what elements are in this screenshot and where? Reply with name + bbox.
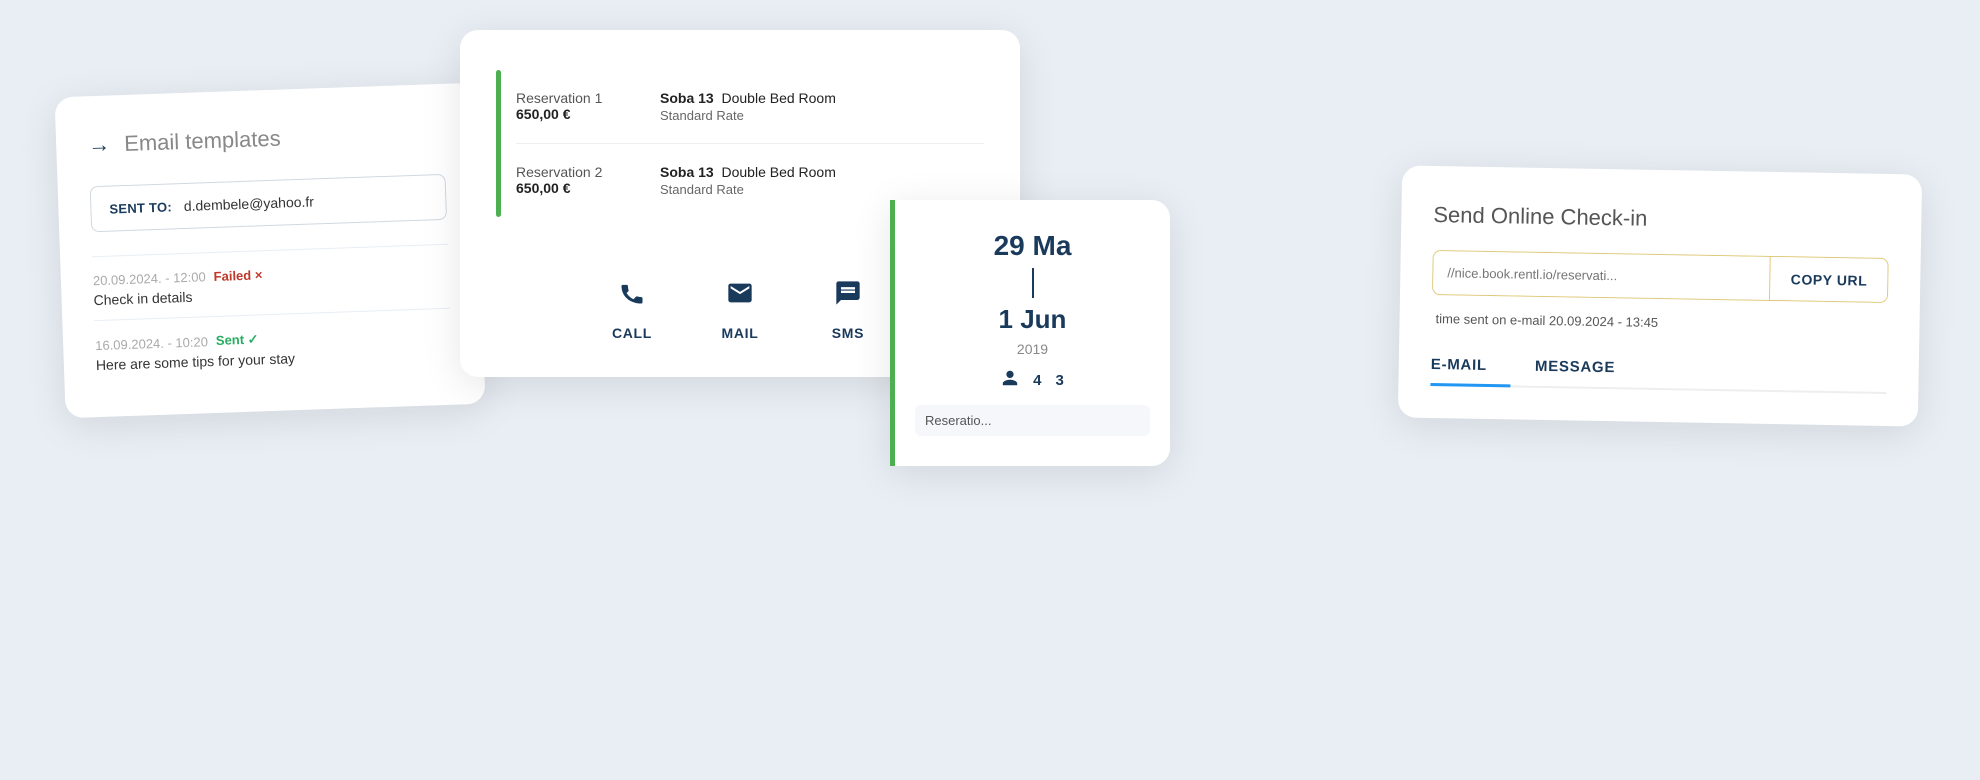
- sent-to-box: SENT TO: d.dembele@yahoo.fr: [90, 174, 447, 232]
- res-label-1: Reservation 1: [516, 90, 636, 106]
- date-end: 1 Jun: [915, 304, 1150, 335]
- mail-label: MAIL: [721, 325, 758, 341]
- date-block: 29 Ma 1 Jun 2019: [915, 230, 1150, 357]
- tab-email[interactable]: E-MAIL: [1430, 346, 1511, 387]
- mail-button[interactable]: MAIL: [716, 269, 764, 341]
- green-accent-bar: [496, 70, 501, 217]
- email-templates-title: Email templates: [124, 126, 281, 157]
- persons-info: 4 3: [915, 369, 1150, 391]
- tabs-row: E-MAIL MESSAGE: [1430, 346, 1887, 394]
- copy-url-button[interactable]: COPY URL: [1769, 257, 1887, 302]
- checkin-title: Send Online Check-in: [1433, 202, 1889, 236]
- reservation-row-1: Reservation 1 650,00 € Soba 13 Double Be…: [516, 70, 984, 144]
- date-separator: [1032, 268, 1034, 298]
- person-icon: [1001, 369, 1019, 391]
- arrow-icon: →: [88, 132, 111, 159]
- date-start: 29 Ma: [915, 230, 1150, 262]
- res-rate-1: Standard Rate: [660, 108, 836, 123]
- res-details-1: Soba 13 Double Bed Room Standard Rate: [660, 90, 836, 123]
- res-room-1: Soba 13 Double Bed Room: [660, 90, 836, 106]
- url-input[interactable]: [1433, 251, 1770, 300]
- sms-label: SMS: [832, 325, 864, 341]
- call-label: CALL: [612, 325, 652, 341]
- email-templates-card: → Email templates SENT TO: d.dembele@yah…: [55, 83, 486, 418]
- res-price-1: 650,00 €: [516, 106, 636, 122]
- sent-badge: Sent ✓: [216, 331, 259, 348]
- res-price-2: 650,00 €: [516, 180, 636, 196]
- sent-info: time sent on e-mail 20.09.2024 - 13:45: [1431, 311, 1887, 334]
- calendar-card: 29 Ma 1 Jun 2019 4 3 Reseratio...: [890, 200, 1170, 466]
- scene: → Email templates SENT TO: d.dembele@yah…: [0, 0, 1980, 780]
- sent-to-label: SENT TO:: [109, 199, 172, 216]
- res-rate-2: Standard Rate: [660, 182, 836, 197]
- failed-badge: Failed ×: [213, 267, 262, 284]
- persons-count: 4: [1033, 372, 1041, 389]
- log-item-2: 16.09.2024. - 10:20 Sent ✓ Here are some…: [94, 308, 452, 385]
- log-date-1: 20.09.2024. - 12:00: [93, 269, 206, 288]
- checkin-card: Send Online Check-in COPY URL time sent …: [1398, 165, 1922, 426]
- res-details-2: Soba 13 Double Bed Room Standard Rate: [660, 164, 836, 197]
- log-date-2: 16.09.2024. - 10:20: [95, 334, 208, 353]
- mail-icon: [716, 269, 764, 317]
- res-room-2: Soba 13 Double Bed Room: [660, 164, 836, 180]
- reservations-count: 3: [1056, 372, 1064, 389]
- call-button[interactable]: CALL: [608, 269, 656, 341]
- res-room-bold-1: Soba 13: [660, 90, 714, 106]
- sms-button[interactable]: SMS: [824, 269, 872, 341]
- url-row: COPY URL: [1432, 250, 1889, 303]
- res-label-strip: Reseratio...: [915, 405, 1150, 436]
- cal-year: 2019: [915, 341, 1150, 357]
- res-label-2: Reservation 2: [516, 164, 636, 180]
- sms-icon: [824, 269, 872, 317]
- card-header: → Email templates: [88, 120, 445, 158]
- res-room-bold-2: Soba 13: [660, 164, 714, 180]
- sent-to-email: d.dembele@yahoo.fr: [184, 193, 315, 214]
- call-icon: [608, 269, 656, 317]
- tab-message[interactable]: MESSAGE: [1511, 347, 1640, 389]
